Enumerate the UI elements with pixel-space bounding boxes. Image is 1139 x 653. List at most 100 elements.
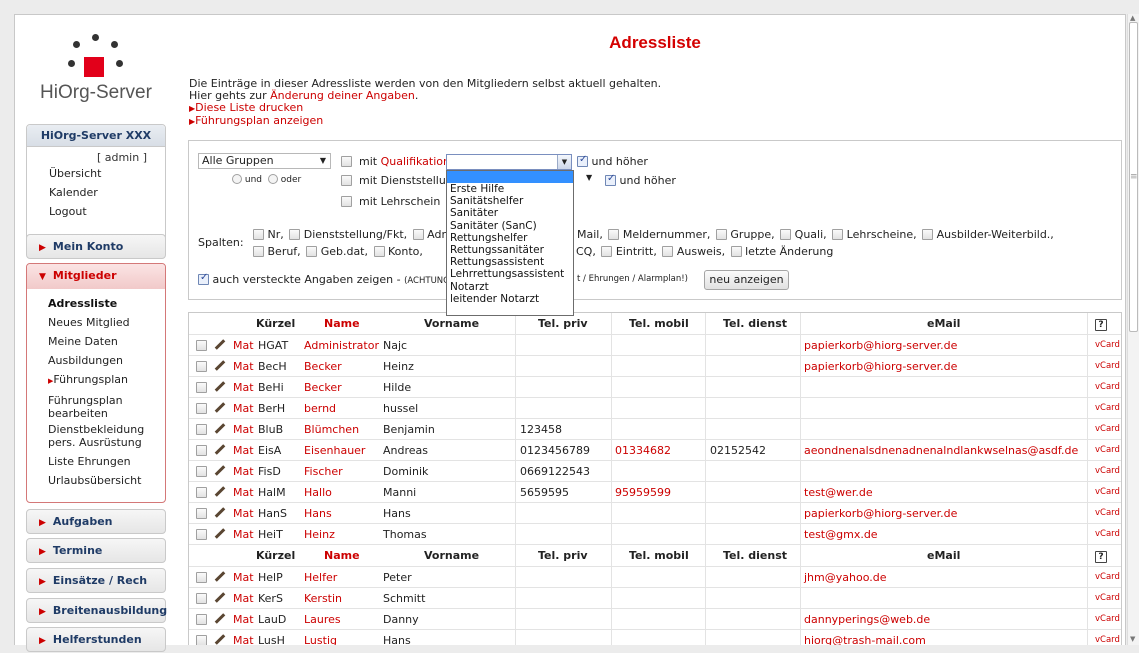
mat-link[interactable]: Mat: [233, 609, 254, 630]
checkbox-col-gruppe[interactable]: [715, 229, 727, 240]
cell-name[interactable]: Lustig: [304, 630, 337, 645]
cell-email[interactable]: papierkorb@hiorg-server.de: [804, 335, 957, 356]
checkbox-col-eintritt[interactable]: [601, 246, 613, 257]
row-checkbox[interactable]: [196, 445, 207, 456]
help-icon[interactable]: ?: [1095, 551, 1107, 563]
dropdown-option[interactable]: leitender Notarzt: [447, 293, 573, 305]
mat-link[interactable]: Mat: [233, 503, 254, 524]
edit-pencil-icon[interactable]: [213, 419, 226, 440]
dropdown-option-empty[interactable]: [447, 171, 573, 183]
column-header-name[interactable]: Name: [324, 545, 360, 567]
cell-name[interactable]: Kerstin: [304, 588, 342, 609]
mat-link[interactable]: Mat: [233, 398, 254, 419]
cell-name[interactable]: Hans: [304, 503, 332, 524]
mat-link[interactable]: Mat: [233, 335, 254, 356]
radio-und[interactable]: [232, 174, 242, 184]
dropdown-option[interactable]: Notarzt: [447, 281, 573, 293]
vertical-scrollbar[interactable]: ▲ ▼: [1127, 14, 1139, 645]
edit-pencil-icon[interactable]: [213, 524, 226, 545]
mat-link[interactable]: Mat: [233, 567, 254, 588]
vcard-link[interactable]: vCard: [1095, 377, 1120, 398]
mat-link[interactable]: Mat: [233, 440, 254, 461]
edit-pencil-icon[interactable]: [213, 398, 226, 419]
nav-logout[interactable]: Logout: [27, 202, 165, 221]
edit-pencil-icon[interactable]: [213, 440, 226, 461]
logo[interactable]: HiOrg-Server: [26, 18, 166, 128]
checkbox-col-ausweis[interactable]: [662, 246, 674, 257]
cell-email[interactable]: dannyperings@web.de: [804, 609, 930, 630]
nav-uebersicht[interactable]: Übersicht: [27, 164, 165, 183]
submenu-adressliste[interactable]: Adressliste: [48, 294, 165, 313]
checkbox-quali-und-hoeher[interactable]: [577, 154, 588, 167]
row-checkbox[interactable]: [196, 403, 207, 414]
qualifikation-select[interactable]: ▼: [446, 154, 572, 170]
column-header-name[interactable]: Name: [324, 313, 360, 335]
nav-breitenausbildung[interactable]: ▶ Breitenausbildung: [26, 598, 167, 623]
row-checkbox[interactable]: [196, 593, 207, 604]
vcard-link[interactable]: vCard: [1095, 609, 1120, 630]
cell-name[interactable]: Laures: [304, 609, 341, 630]
edit-pencil-icon[interactable]: [213, 356, 226, 377]
edit-pencil-icon[interactable]: [213, 503, 226, 524]
checkbox-col-lehrscheine[interactable]: [832, 229, 844, 240]
submenu-liste-ehrungen[interactable]: Liste Ehrungen: [48, 452, 165, 471]
radio-oder[interactable]: [267, 174, 278, 184]
checkbox-col-quali[interactable]: [780, 229, 792, 240]
checkbox-col-letzte-aenderung[interactable]: [730, 246, 742, 257]
submenu-fuehrungsplan-bearbeiten[interactable]: Führungsplan bearbeiten: [48, 394, 143, 420]
dropdown-option[interactable]: Rettungshelfer: [447, 232, 573, 244]
vcard-link[interactable]: vCard: [1095, 630, 1120, 645]
submenu-dienstbekleidung[interactable]: Dienstbekleidung pers. Ausrüstung: [48, 423, 173, 449]
row-checkbox[interactable]: [196, 635, 207, 645]
checkbox-dienststellung[interactable]: [341, 175, 352, 186]
scroll-down-arrow-icon[interactable]: ▼: [1130, 635, 1135, 643]
checkbox-qualifikation[interactable]: [341, 156, 352, 167]
dropdown-option[interactable]: Sanitäter (SanC): [447, 220, 573, 232]
row-checkbox[interactable]: [196, 361, 207, 372]
submenu-meine-daten[interactable]: Meine Daten: [48, 332, 165, 351]
checkbox-hidden-data[interactable]: [198, 272, 209, 285]
row-checkbox[interactable]: [196, 382, 207, 393]
cell-tel-mobil[interactable]: 95959599: [615, 482, 671, 503]
submenu-urlaubsuebersicht[interactable]: Urlaubsübersicht: [48, 471, 165, 490]
checkbox-col-dienststellung[interactable]: [289, 229, 301, 240]
row-checkbox[interactable]: [196, 487, 207, 498]
vcard-link[interactable]: vCard: [1095, 398, 1120, 419]
dropdown-option[interactable]: Sanitätshelfer: [447, 195, 573, 207]
checkbox-col-adr[interactable]: [412, 229, 424, 240]
edit-pencil-icon[interactable]: [213, 377, 226, 398]
cell-email[interactable]: test@gmx.de: [804, 524, 878, 545]
submenu-neues-mitglied[interactable]: Neues Mitglied: [48, 313, 165, 332]
checkbox-col-gebdat[interactable]: [306, 246, 318, 257]
nav-mein-konto[interactable]: ▶ Mein Konto: [26, 234, 166, 259]
edit-pencil-icon[interactable]: [213, 482, 226, 503]
mat-link[interactable]: Mat: [233, 524, 254, 545]
cell-name[interactable]: Heinz: [304, 524, 335, 545]
help-icon[interactable]: ?: [1095, 319, 1107, 331]
cell-email[interactable]: jhm@yahoo.de: [804, 567, 886, 588]
edit-pencil-icon[interactable]: [213, 461, 226, 482]
edit-pencil-icon[interactable]: [213, 609, 226, 630]
vcard-link[interactable]: vCard: [1095, 335, 1120, 356]
checkbox-col-ausbilder[interactable]: [922, 229, 934, 240]
row-checkbox[interactable]: [196, 614, 207, 625]
checkbox-col-konto[interactable]: [373, 246, 385, 257]
mat-link[interactable]: Mat: [233, 461, 254, 482]
dropdown-option[interactable]: Sanitäter: [447, 207, 573, 219]
nav-termine[interactable]: ▶ Termine: [26, 538, 166, 563]
nav-mitglieder[interactable]: ▼ Mitglieder: [27, 264, 165, 289]
cell-name[interactable]: Becker: [304, 377, 342, 398]
cell-name[interactable]: Hallo: [304, 482, 332, 503]
vcard-link[interactable]: vCard: [1095, 356, 1120, 377]
refresh-button[interactable]: neu anzeigen: [704, 270, 789, 290]
qualifikation-link[interactable]: Qualifikation: [381, 155, 450, 168]
mat-link[interactable]: Mat: [233, 419, 254, 440]
cell-email[interactable]: papierkorb@hiorg-server.de: [804, 356, 957, 377]
edit-pencil-icon[interactable]: [213, 335, 226, 356]
nav-aufgaben[interactable]: ▶ Aufgaben: [26, 509, 166, 534]
cell-email[interactable]: test@wer.de: [804, 482, 873, 503]
cell-email[interactable]: papierkorb@hiorg-server.de: [804, 503, 957, 524]
scroll-up-arrow-icon[interactable]: ▲: [1130, 14, 1135, 22]
submenu-ausbildungen[interactable]: Ausbildungen: [48, 351, 165, 370]
cell-name[interactable]: Blümchen: [304, 419, 359, 440]
